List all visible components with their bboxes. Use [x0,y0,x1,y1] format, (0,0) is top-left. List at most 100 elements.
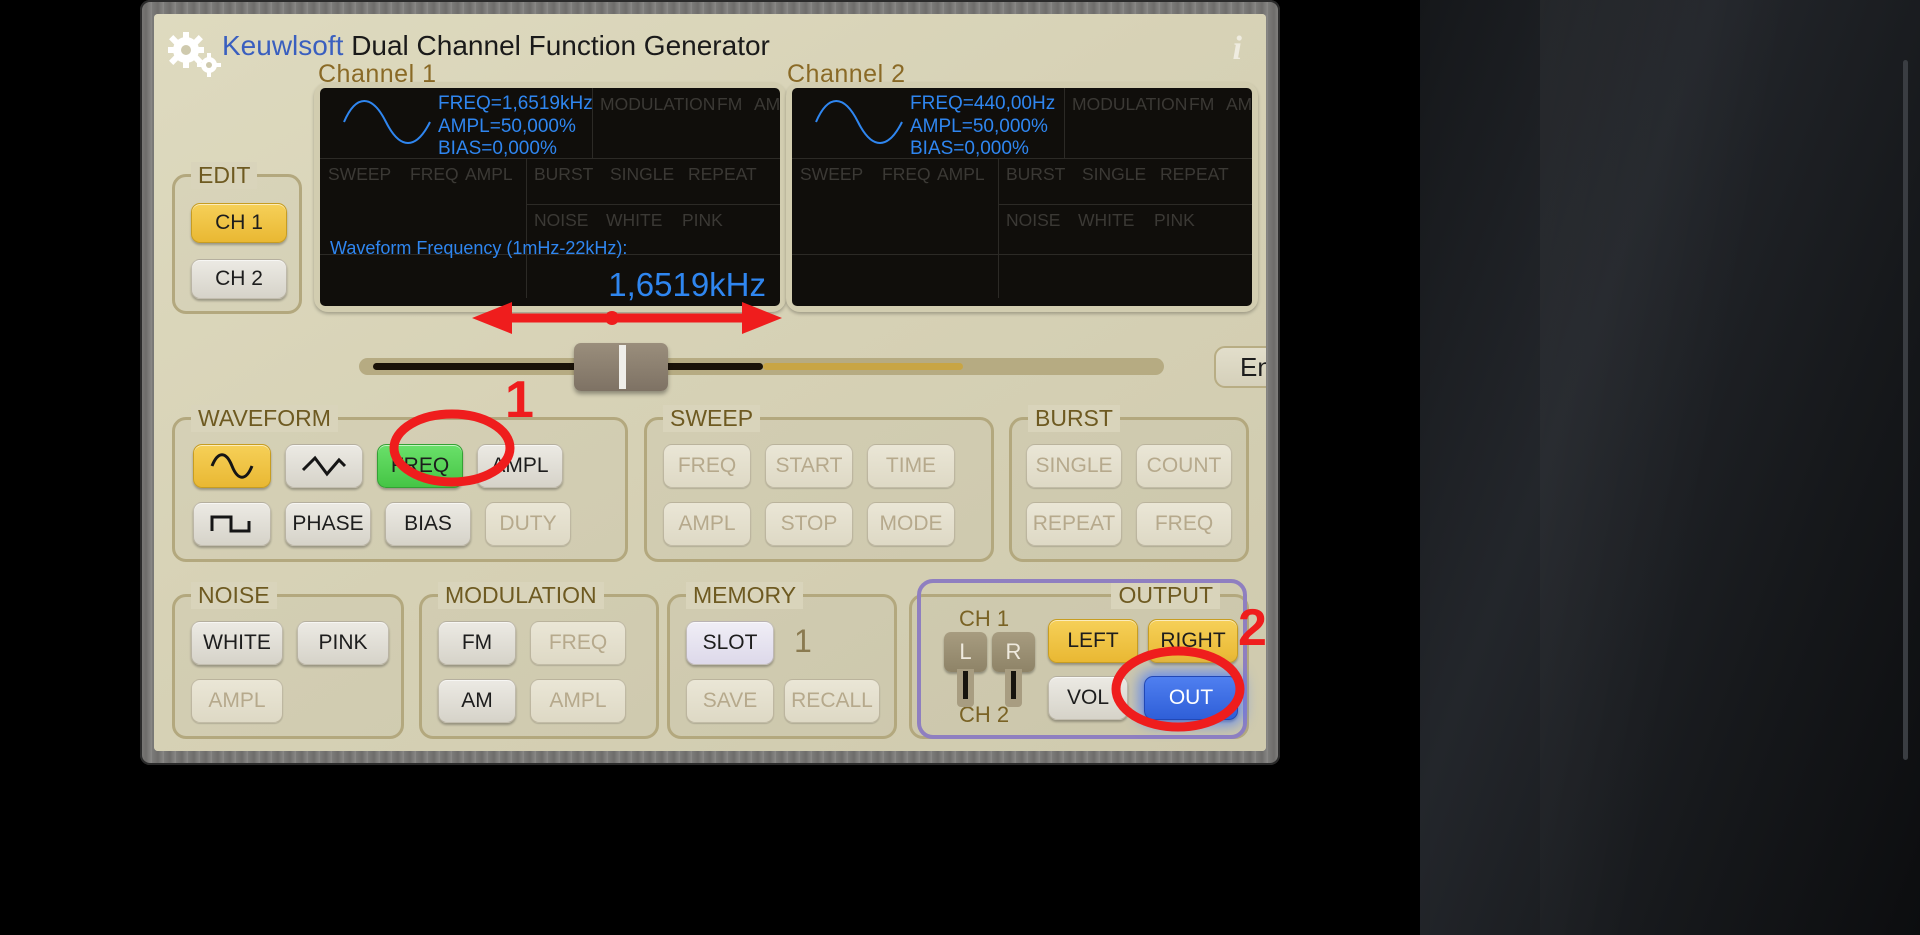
sweep-mode-button: MODE [867,502,955,546]
sweep-stop-button: STOP [765,502,853,546]
sweep-group: SWEEP FREQ START TIME AMPL STOP MODE [644,405,994,562]
sine-wave-icon [343,100,431,144]
burst-repeat-button: REPEAT [1026,502,1122,546]
ch2-readout: FREQ=440,00Hz AMPL=50,000% BIAS=0,000% [910,93,1055,161]
enter-value-button[interactable]: Enter Value [1214,346,1266,388]
modulation-fm-button[interactable]: FM [438,621,516,665]
burst-count-button: COUNT [1136,444,1232,488]
ch1-sweep-ampl-label: AMPL [465,164,513,184]
burst-freq-button: FREQ [1136,502,1232,546]
memory-slot-button[interactable]: SLOT [686,621,774,665]
edit-ch2-button[interactable]: CH 2 [191,259,287,299]
ch1-single-label: SINGLE [610,164,675,184]
ch2-noise-label: NOISE [1006,210,1061,230]
display-channel-2[interactable]: FREQ=440,00Hz AMPL=50,000% BIAS=0,000% M… [786,82,1258,312]
sine-wave-icon [815,100,903,144]
sine-wave-icon [210,453,254,479]
modulation-group-title: MODULATION [438,582,604,609]
desktop-background [1420,0,1920,935]
value-slider-thumb[interactable] [574,343,668,391]
ch1-readout: FREQ=1,6519kHz AMPL=50,000% BIAS=0,000% [438,93,593,161]
output-vol-button[interactable]: VOL [1048,676,1128,720]
output-ch1-label: CH 1 [959,606,1010,631]
ch2-burst-label: BURST [1006,164,1066,184]
jack-right-icon[interactable]: R [992,632,1035,672]
screenshot-root: Keuwlsoft Dual Channel Function Generato… [0,0,1920,935]
output-out-button[interactable]: OUT [1144,676,1238,720]
output-right-button[interactable]: RIGHT [1148,619,1238,663]
scrollbar[interactable] [1903,60,1908,760]
ch1-am-label: AM [754,94,780,114]
ch2-sweep-ampl-label: AMPL [937,164,985,184]
sweep-start-button: START [765,444,853,488]
ch2-am-label: AM [1226,94,1252,114]
modulation-freq-button: FREQ [530,621,626,665]
waveform-freq-button[interactable]: FREQ [377,444,463,488]
ch2-white-label: WHITE [1078,210,1135,230]
modulation-group: MODULATION FM FREQ AM AMPL [419,582,659,739]
ch1-pink-label: PINK [682,210,723,230]
waveform-triangle-button[interactable] [285,444,363,488]
triangle-wave-icon [301,455,347,477]
memory-group: MEMORY SLOT 1 SAVE RECALL [667,582,897,739]
edit-group: EDIT CH 1 CH 2 [172,162,302,314]
annotation-step-1: 1 [505,371,534,429]
ch2-pink-label: PINK [1154,210,1195,230]
waveform-bias-button[interactable]: BIAS [385,502,471,546]
output-left-button[interactable]: LEFT [1048,619,1138,663]
waveform-phase-button[interactable]: PHASE [285,502,371,546]
gears-icon[interactable] [166,32,224,78]
ch1-entered-value: 1,6519kHz [608,266,766,303]
jack-left-pin-icon [957,669,974,707]
ch1-sweep-label: SWEEP [328,164,392,184]
edit-group-title: EDIT [191,162,258,189]
sweep-time-button: TIME [867,444,955,488]
waveform-square-button[interactable] [193,502,271,546]
memory-slot-value: 1 [794,623,812,659]
ch2-sweep-freq-label: FREQ [882,164,931,184]
noise-group-title: NOISE [191,582,277,609]
ch2-modulation-label: MODULATION [1072,94,1188,114]
ch1-modulation-label: MODULATION [600,94,716,114]
ch2-sweep-label: SWEEP [800,164,864,184]
brand-name: Keuwlsoft [222,30,344,61]
noise-pink-button[interactable]: PINK [297,621,389,665]
noise-ampl-button: AMPL [191,679,283,723]
burst-group-title: BURST [1028,405,1120,432]
ch1-freq: FREQ=1,6519kHz [438,93,593,114]
ch2-repeat-label: REPEAT [1160,164,1229,184]
jack-right-pin-icon [1005,669,1022,707]
memory-group-title: MEMORY [686,582,804,609]
slider-fill-right [763,363,963,370]
display-channel-1[interactable]: FREQ=1,6519kHz AMPL=50,000% BIAS=0,000% … [314,82,786,312]
memory-save-button: SAVE [686,679,774,723]
sweep-group-title: SWEEP [663,405,761,432]
square-wave-icon [210,515,251,533]
value-slider-track[interactable] [359,358,1164,375]
ch1-repeat-label: REPEAT [688,164,757,184]
waveform-ampl-button[interactable]: AMPL [477,444,563,488]
info-icon[interactable]: i [1233,30,1242,68]
app-panel: Keuwlsoft Dual Channel Function Generato… [154,14,1266,751]
sweep-freq-button: FREQ [663,444,751,488]
ch1-ampl: AMPL=50,000% [438,115,576,137]
ch2-single-label: SINGLE [1082,164,1147,184]
ch2-freq: FREQ=440,00Hz [910,93,1056,114]
noise-white-button[interactable]: WHITE [191,621,283,665]
page-title: Keuwlsoft Dual Channel Function Generato… [222,30,770,62]
memory-recall-button: RECALL [784,679,880,723]
ch1-sweep-freq-label: FREQ [410,164,459,184]
waveform-group: WAVEFORM FREQ AMPL PHASE BIAS DUTY [172,405,628,562]
ch1-value-prompt: Waveform Frequency (1mHz-22kHz): [330,238,628,258]
waveform-sine-button[interactable] [193,444,271,488]
modulation-am-button[interactable]: AM [438,679,516,723]
noise-group: NOISE WHITE PINK AMPL [172,582,404,739]
waveform-duty-button: DUTY [485,502,571,546]
ch1-white-label: WHITE [606,210,663,230]
modulation-ampl-button: AMPL [530,679,626,723]
jack-left-icon[interactable]: L [944,632,987,672]
edit-ch1-button[interactable]: CH 1 [191,203,287,243]
burst-group: BURST SINGLE COUNT REPEAT FREQ [1009,405,1249,562]
ch1-burst-label: BURST [534,164,594,184]
ch1-noise-label: NOISE [534,210,589,230]
